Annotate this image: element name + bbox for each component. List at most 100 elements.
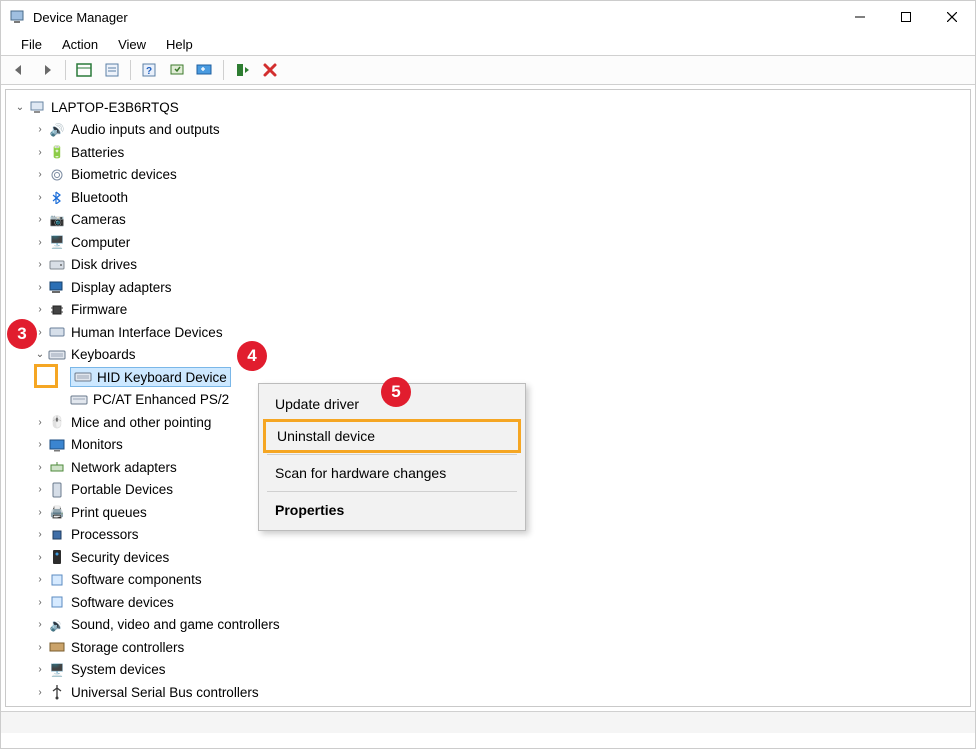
tree-root-row[interactable]: ⌄ LAPTOP-E3B6RTQS (10, 96, 966, 119)
help-button[interactable]: ? (137, 58, 161, 82)
menu-action[interactable]: Action (52, 35, 108, 54)
app-icon (9, 9, 25, 25)
expand-icon[interactable]: › (32, 572, 48, 588)
expand-icon[interactable]: › (32, 684, 48, 700)
ctx-uninstall-device[interactable]: Uninstall device (263, 419, 521, 453)
expand-icon[interactable]: › (32, 144, 48, 160)
ctx-properties[interactable]: Properties (261, 494, 523, 526)
expand-icon[interactable]: › (32, 459, 48, 475)
tree-item-system[interactable]: ›🖥️System devices (10, 659, 966, 682)
expand-icon[interactable]: › (32, 504, 48, 520)
forward-button[interactable] (35, 58, 59, 82)
tree-item-batteries[interactable]: ›🔋Batteries (10, 141, 966, 164)
tree-item-usb[interactable]: ›Universal Serial Bus controllers (10, 681, 966, 704)
camera-icon: 📷 (48, 212, 66, 228)
mouse-icon: 🖱️ (48, 414, 66, 430)
annotation-4: 4 (237, 341, 267, 371)
expand-icon[interactable]: › (32, 414, 48, 430)
toolbar-separator (223, 60, 224, 80)
computer-icon (28, 99, 46, 115)
keyboard-icon (70, 392, 88, 408)
expand-icon[interactable]: › (32, 482, 48, 498)
menu-help[interactable]: Help (156, 35, 203, 54)
update-driver-tb-button[interactable] (193, 58, 217, 82)
tree-item-storage[interactable]: ›Storage controllers (10, 636, 966, 659)
uninstall-tb-button[interactable] (258, 58, 282, 82)
tree-item-cameras[interactable]: ›📷Cameras (10, 209, 966, 232)
network-icon (48, 459, 66, 475)
expand-icon-keyboards[interactable]: ⌄ (32, 347, 48, 363)
tree-item-bluetooth[interactable]: ›Bluetooth (10, 186, 966, 209)
ctx-separator (267, 491, 517, 492)
speaker-icon: 🔊 (48, 122, 66, 138)
expand-icon[interactable]: › (32, 302, 48, 318)
battery-icon: 🔋 (48, 144, 66, 160)
ctx-separator (267, 454, 517, 455)
expand-icon[interactable]: › (32, 279, 48, 295)
tree-item-security[interactable]: ›Security devices (10, 546, 966, 569)
hid-icon (48, 324, 66, 340)
toolbar: ? (1, 55, 975, 85)
expand-icon[interactable]: › (32, 662, 48, 678)
expand-icon[interactable]: › (32, 639, 48, 655)
software-comp-icon (48, 572, 66, 588)
display-adapter-icon (48, 279, 66, 295)
menu-view[interactable]: View (108, 35, 156, 54)
titlebar: Device Manager (1, 1, 975, 33)
tree-item-firmware[interactable]: ›Firmware (10, 299, 966, 322)
bluetooth-icon (48, 189, 66, 205)
toolbar-separator (65, 60, 66, 80)
expand-icon[interactable]: › (32, 257, 48, 273)
enable-device-button[interactable] (230, 58, 254, 82)
tree-item-audio[interactable]: ›🔊Audio inputs and outputs (10, 119, 966, 142)
portable-icon (48, 482, 66, 498)
tree-item-biometric[interactable]: ›Biometric devices (10, 164, 966, 187)
tree-item-computer[interactable]: ›🖥️Computer (10, 231, 966, 254)
properties-button[interactable] (100, 58, 124, 82)
monitor-icon (48, 437, 66, 453)
back-button[interactable] (7, 58, 31, 82)
annotation-3: 3 (7, 319, 37, 349)
tree-item-keyboards[interactable]: ⌄ Keyboards (10, 344, 966, 367)
menubar: File Action View Help (1, 33, 975, 55)
fingerprint-icon (48, 167, 66, 183)
printer-icon: 🖨️ (48, 504, 66, 520)
tree-item-sound[interactable]: ›🔉Sound, video and game controllers (10, 614, 966, 637)
expand-icon[interactable]: › (32, 617, 48, 633)
scan-hardware-button[interactable] (165, 58, 189, 82)
minimize-button[interactable] (837, 1, 883, 33)
annotation-5: 5 (381, 377, 411, 407)
tree-item-display[interactable]: ›Display adapters (10, 276, 966, 299)
status-bar (1, 711, 975, 733)
window-controls (837, 1, 975, 33)
tree-item-swcomponents[interactable]: ›Software components (10, 569, 966, 592)
tree-item-swdevices[interactable]: ›Software devices (10, 591, 966, 614)
usb-icon (48, 684, 66, 700)
software-dev-icon (48, 594, 66, 610)
close-button[interactable] (929, 1, 975, 33)
tree-item-disk[interactable]: ›Disk drives (10, 254, 966, 277)
expand-icon[interactable]: › (32, 189, 48, 205)
menu-file[interactable]: File (11, 35, 52, 54)
keyboard-icon (74, 369, 92, 385)
expand-icon[interactable]: › (32, 167, 48, 183)
expand-icon[interactable]: › (32, 527, 48, 543)
system-icon: 🖥️ (48, 662, 66, 678)
expand-icon[interactable]: › (32, 594, 48, 610)
expand-icon[interactable]: ⌄ (12, 99, 28, 115)
expand-icon[interactable]: › (32, 122, 48, 138)
disk-icon (48, 257, 66, 273)
expand-icon[interactable]: › (32, 212, 48, 228)
keyboard-icon (48, 347, 66, 363)
tree-item-hid[interactable]: ›Human Interface Devices (10, 321, 966, 344)
toolbar-separator (130, 60, 131, 80)
expand-icon[interactable]: › (32, 437, 48, 453)
maximize-button[interactable] (883, 1, 929, 33)
window-title: Device Manager (33, 10, 837, 25)
chip-icon (48, 302, 66, 318)
ctx-scan-hardware[interactable]: Scan for hardware changes (261, 457, 523, 489)
show-hide-console-button[interactable] (72, 58, 96, 82)
tree-root-label: LAPTOP-E3B6RTQS (51, 100, 179, 115)
expand-icon[interactable]: › (32, 234, 48, 250)
expand-icon[interactable]: › (32, 549, 48, 565)
